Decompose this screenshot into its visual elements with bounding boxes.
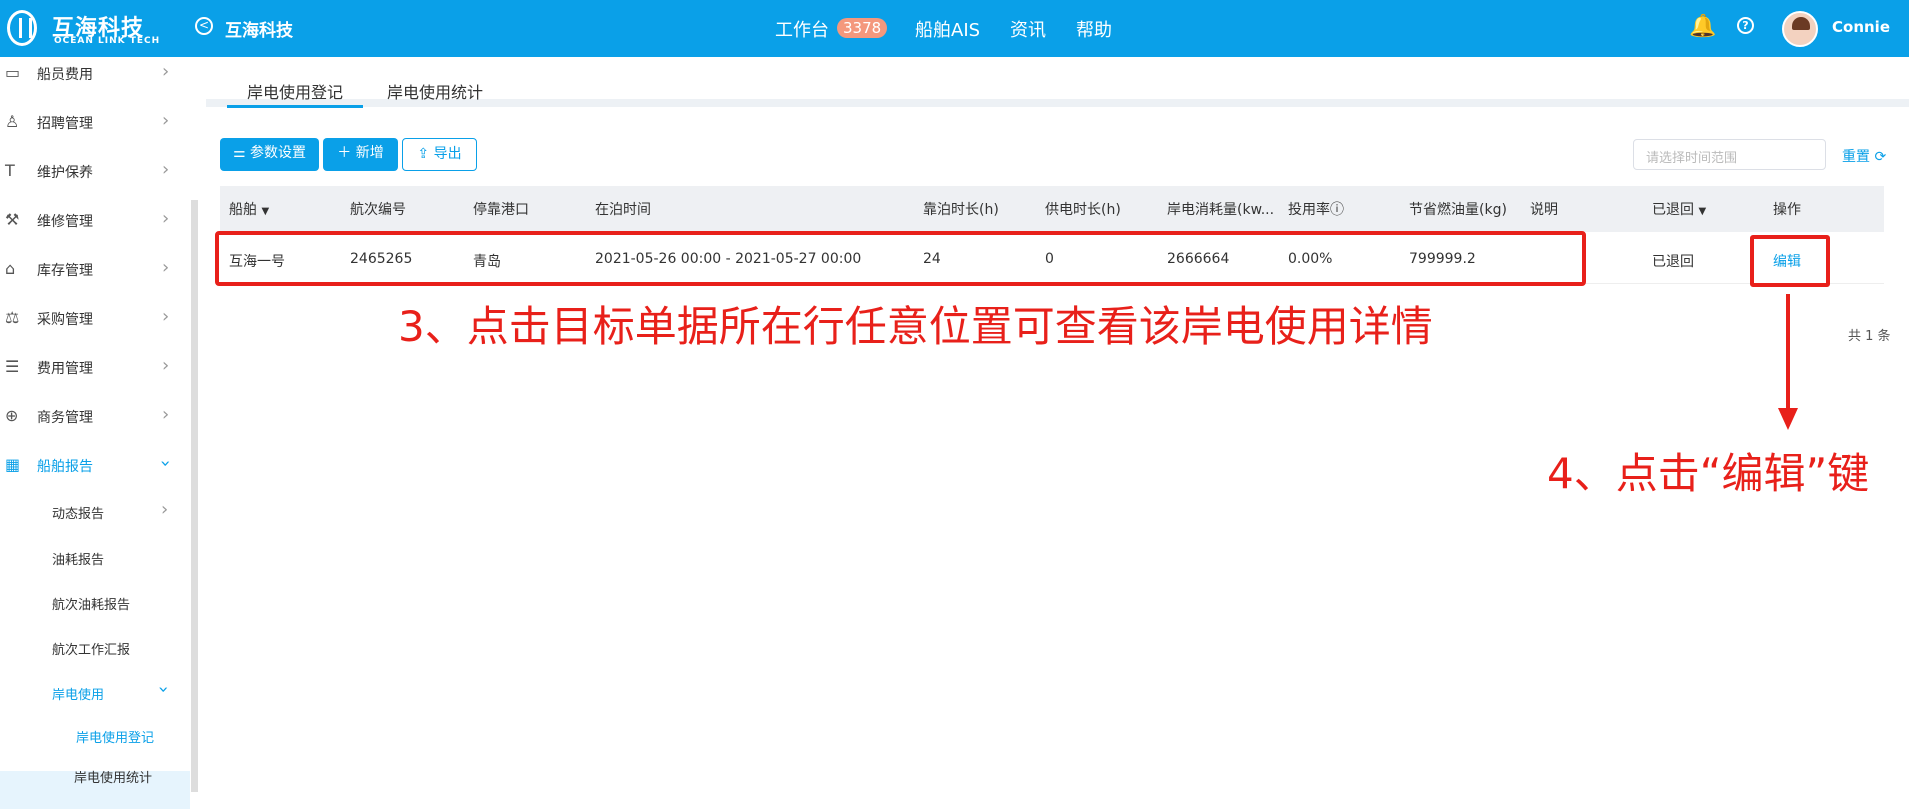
add-button[interactable]: ＋ 新增 (323, 138, 398, 171)
user-name[interactable]: Connie (1832, 18, 1890, 36)
cart-icon: ⚖ (5, 308, 20, 327)
tab-stats[interactable]: 岸电使用统计 (387, 79, 483, 103)
avatar[interactable] (1782, 11, 1818, 47)
th-note: 说明 (1530, 202, 1558, 218)
workbench-badge: 3378 (837, 18, 888, 38)
chevron-right-icon: › (162, 208, 170, 229)
sidebar-sub-fuel-report[interactable]: 油耗报告 (52, 549, 104, 568)
arrow-down-icon (1778, 408, 1798, 430)
params-button[interactable]: ⚌ 参数设置 (220, 138, 319, 171)
sidebar-item-label: 招聘管理 (37, 116, 93, 132)
brand-en: OCEAN LINK TECH (54, 36, 161, 46)
home-icon: ⌂ (5, 259, 16, 278)
refresh-icon: ⟳ (1874, 149, 1887, 165)
reset-label: 重置 (1842, 149, 1870, 165)
date-range-input[interactable]: 请选择时间范围 (1633, 139, 1826, 170)
reset-button[interactable]: 重置 ⟳ (1842, 146, 1886, 166)
th-power: 供电时长(h) (1045, 202, 1121, 218)
nav-workbench[interactable]: 工作台 (775, 16, 829, 42)
sidebar-sub-voyage-fuel[interactable]: 航次油耗报告 (52, 594, 130, 613)
upload-icon: ⇪ (417, 146, 434, 162)
th-status[interactable]: 已退回 ▼ (1652, 199, 1706, 219)
th-action: 操作 (1773, 202, 1801, 218)
nav-news[interactable]: 资讯 (1010, 16, 1046, 42)
export-label: 导出 (433, 146, 462, 162)
sidebar-subsub-stats[interactable]: 岸电使用统计 (74, 767, 152, 786)
bell-icon[interactable]: 🔔 (1689, 14, 1716, 39)
sidebar-sub-voyage-work[interactable]: 航次工作汇报 (52, 639, 130, 658)
nav-help[interactable]: 帮助 (1076, 16, 1112, 42)
person-icon: ♙ (5, 112, 20, 131)
plus-icon: ＋ (337, 145, 356, 161)
help-icon[interactable]: ? (1737, 17, 1754, 34)
cell-status: 已退回 (1652, 254, 1694, 270)
th-save: 节省燃油量(kg) (1409, 202, 1507, 218)
globe-icon: ⊕ (5, 406, 19, 425)
chevron-right-icon: › (162, 110, 170, 131)
caret-down-icon: ▼ (261, 206, 270, 217)
sidebar-item-label: 维修管理 (37, 214, 93, 230)
th-voyage: 航次编号 (350, 202, 406, 218)
pagination-total: 共 1 条 (1848, 329, 1891, 344)
wrench-icon: ⚒ (5, 210, 20, 229)
export-button[interactable]: ⇪ 导出 (402, 138, 477, 171)
chevron-right-icon: › (162, 257, 170, 278)
th-ship[interactable]: 船舶 ▼ (229, 199, 269, 219)
wallet-icon: ▭ (5, 63, 21, 82)
sliders-icon: ⚌ (232, 145, 250, 161)
top-bar: 互海科技 OCEAN LINK TECH < 互海科技 工作台 3378 船舶A… (0, 0, 1909, 57)
caret-down-icon: ▼ (1698, 206, 1707, 217)
sidebar-item-label: 维护保养 (37, 165, 93, 181)
sidebar-scrollbar[interactable] (191, 200, 198, 792)
database-icon: ☰ (5, 357, 20, 376)
nav-ais[interactable]: 船舶AIS (915, 16, 980, 42)
sidebar-sub-dynamic-report[interactable]: 动态报告 (52, 503, 104, 522)
annotation-edit-box (1750, 235, 1830, 287)
sidebar-subsub-register[interactable]: 岸电使用登记 (76, 727, 154, 746)
chevron-right-icon: › (162, 306, 170, 327)
back-icon[interactable]: < (195, 17, 213, 35)
sidebar-item-label: 船舶报告 (37, 459, 93, 475)
chevron-right-icon: › (161, 499, 169, 520)
chevron-right-icon: › (162, 404, 170, 425)
hammer-icon: T (5, 161, 15, 180)
chevron-down-icon: › (153, 685, 175, 694)
chevron-down-icon: › (155, 459, 177, 468)
logo-icon (7, 10, 37, 46)
th-port: 停靠港口 (473, 202, 529, 218)
add-label: 新增 (355, 145, 384, 161)
annotation-arrow (1786, 294, 1790, 409)
sidebar-item-label: 库存管理 (37, 263, 93, 279)
th-berth: 靠泊时长(h) (923, 202, 999, 218)
tab-underline (227, 105, 363, 108)
annotation-step3: 3、点击目标单据所在行任意位置可查看该岸电使用详情 (398, 302, 1433, 351)
th-rate: 投用率ⓘ (1288, 202, 1344, 218)
th-time: 在泊时间 (595, 202, 651, 218)
th-consume: 岸电消耗量(kw... (1167, 202, 1275, 218)
chevron-right-icon: › (162, 355, 170, 376)
chevron-right-icon: › (162, 159, 170, 180)
sidebar-item-label: 商务管理 (37, 410, 93, 426)
sidebar-sub-shore-power[interactable]: 岸电使用 (52, 684, 104, 703)
sidebar-item-label: 采购管理 (37, 312, 93, 328)
company-title[interactable]: 互海科技 (225, 16, 293, 41)
chevron-right-icon: › (162, 61, 170, 82)
calendar-icon: ▦ (5, 455, 21, 474)
tab-register[interactable]: 岸电使用登记 (247, 79, 343, 103)
params-label: 参数设置 (250, 145, 306, 161)
annotation-row-box (215, 231, 1586, 286)
sidebar-item-label: 船员费用 (37, 67, 93, 83)
sidebar-item-label: 费用管理 (37, 361, 93, 377)
annotation-step4: 4、点击“编辑”键 (1547, 449, 1870, 498)
